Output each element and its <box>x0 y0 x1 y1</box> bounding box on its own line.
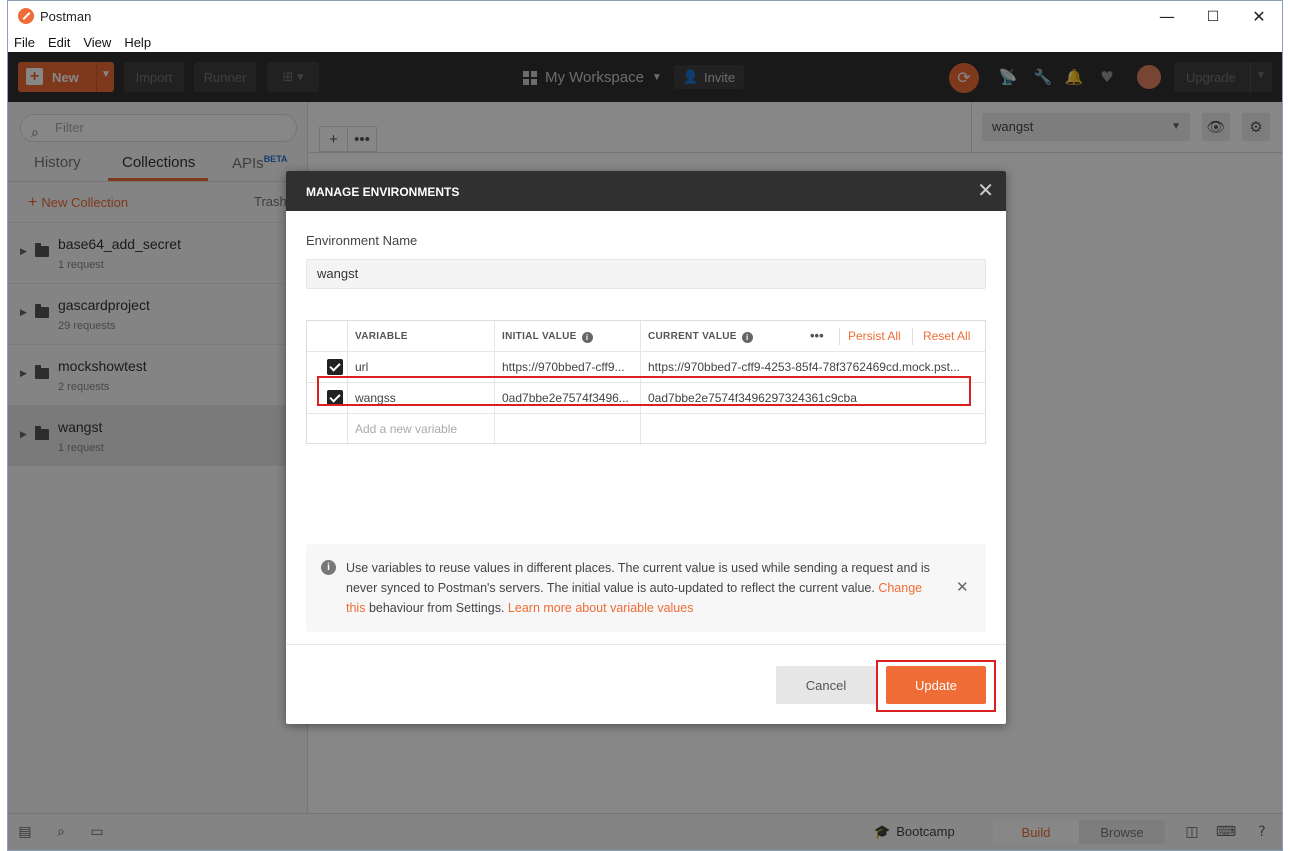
dismiss-notice-icon[interactable]: ✕ <box>956 578 969 596</box>
environment-name-label: Environment Name <box>306 233 418 248</box>
table-row: Add a new variable <box>307 414 985 445</box>
menu-bar: File Edit View Help <box>8 32 1282 52</box>
highlight-annotation <box>876 660 996 712</box>
cancel-button[interactable]: Cancel <box>776 666 876 704</box>
info-icon[interactable]: i <box>581 332 593 343</box>
column-initial-value: INITIAL VALUE i <box>494 321 640 352</box>
modal-header: MANAGE ENVIRONMENTS ✕ <box>286 171 1006 211</box>
minimize-icon[interactable]: — <box>1144 1 1190 32</box>
table-header: VARIABLE INITIAL VALUE i CURRENT VALUE i •… <box>307 321 985 352</box>
maximize-icon[interactable]: ☐ <box>1190 1 1236 32</box>
manage-environments-modal: MANAGE ENVIRONMENTS ✕ Environment Name w… <box>286 171 1006 724</box>
column-variable: VARIABLE <box>347 321 494 352</box>
persist-all-button[interactable]: Persist All <box>848 321 901 352</box>
title-bar: Postman — ☐ ✕ <box>8 1 1282 32</box>
add-initial-value-input[interactable] <box>494 414 640 445</box>
menu-file[interactable]: File <box>14 35 35 50</box>
environment-name-input[interactable]: wangst <box>306 259 986 289</box>
close-window-icon[interactable]: ✕ <box>1236 1 1282 32</box>
more-options-icon[interactable]: ••• <box>810 321 824 352</box>
menu-edit[interactable]: Edit <box>48 35 70 50</box>
info-icon[interactable]: i <box>741 332 753 343</box>
window-title: Postman <box>40 9 92 24</box>
reset-all-button[interactable]: Reset All <box>923 321 970 352</box>
column-current-value: CURRENT VALUE i <box>640 321 800 352</box>
postman-logo-icon <box>18 8 34 24</box>
add-variable-input[interactable]: Add a new variable <box>347 414 494 445</box>
modal-title: MANAGE ENVIRONMENTS <box>306 185 460 199</box>
variable-enabled-checkbox[interactable] <box>327 359 343 375</box>
menu-view[interactable]: View <box>83 35 111 50</box>
notice-text: Use variables to reuse values in differe… <box>346 561 930 615</box>
info-icon: i <box>321 560 336 575</box>
close-icon[interactable]: ✕ <box>977 180 994 200</box>
menu-help[interactable]: Help <box>124 35 151 50</box>
add-current-value-input[interactable] <box>640 414 985 445</box>
variables-info-notice: i Use variables to reuse values in diffe… <box>306 544 986 632</box>
highlight-annotation <box>317 376 971 406</box>
learn-more-link[interactable]: Learn more about variable values <box>508 601 694 615</box>
